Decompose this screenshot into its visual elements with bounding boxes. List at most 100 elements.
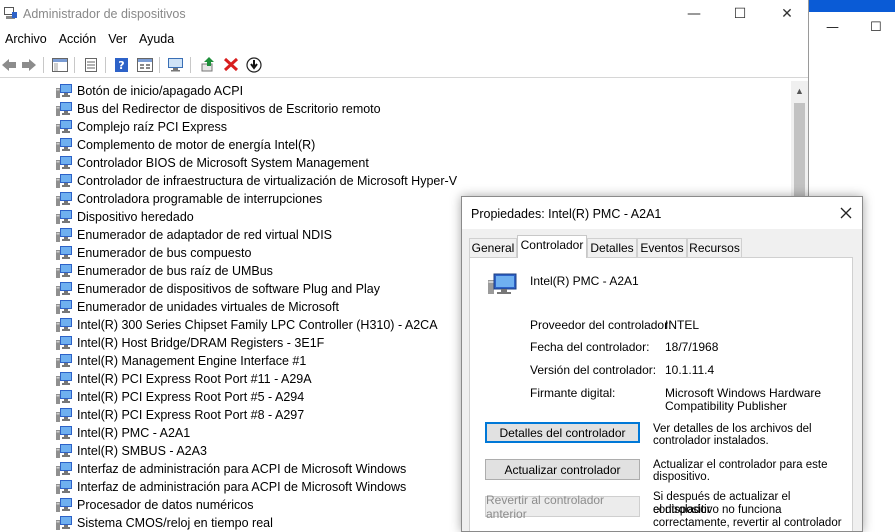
- rollback-desc-line3: correctamente, revertir al controlador: [653, 517, 842, 529]
- menu-accion[interactable]: Acción: [54, 30, 104, 50]
- device-list-item[interactable]: Procesador de datos numéricos: [56, 496, 253, 514]
- device-manager-app-icon: [4, 7, 17, 19]
- forward-arrow-icon[interactable]: [20, 56, 38, 73]
- provider-value: INTEL: [665, 318, 700, 332]
- device-list-item[interactable]: Enumerador de adaptador de red virtual N…: [56, 226, 332, 244]
- driver-details-button[interactable]: Detalles del controlador: [485, 422, 640, 443]
- system-device-icon: [56, 300, 72, 314]
- device-label: Interfaz de administración para ACPI de …: [77, 462, 407, 476]
- tab-detalles[interactable]: Detalles: [587, 238, 637, 257]
- dialog-title: Propiedades: Intel(R) PMC - A2A1: [471, 207, 662, 221]
- menu-ver[interactable]: Ver: [103, 30, 134, 50]
- system-device-icon: [56, 318, 72, 332]
- toolbar-separator: [74, 57, 75, 73]
- device-list-item[interactable]: Controlador BIOS de Microsoft System Man…: [56, 154, 369, 172]
- device-list-item[interactable]: Intel(R) 300 Series Chipset Family LPC C…: [56, 316, 438, 334]
- toolbar-separator: [190, 57, 191, 73]
- update-driver-icon[interactable]: [199, 56, 217, 73]
- show-hide-console-tree-icon[interactable]: [51, 56, 69, 73]
- device-label: Botón de inicio/apagado ACPI: [77, 84, 244, 98]
- close-button[interactable]: ✕: [764, 0, 808, 28]
- device-label: Complemento de motor de energía Intel(R): [77, 138, 316, 152]
- device-list-item[interactable]: Intel(R) Host Bridge/DRAM Registers - 3E…: [56, 334, 324, 352]
- device-list-item[interactable]: Complemento de motor de energía Intel(R): [56, 136, 315, 154]
- window-title: Administrador de dispositivos: [23, 7, 186, 21]
- device-list-item[interactable]: Intel(R) PCI Express Root Port #11 - A29…: [56, 370, 312, 388]
- system-device-icon: [56, 210, 72, 224]
- device-list-item[interactable]: Controladora programable de interrupcion…: [56, 190, 322, 208]
- disable-device-icon[interactable]: [245, 56, 263, 73]
- device-list-item[interactable]: Enumerador de bus raíz de UMBus: [56, 262, 273, 280]
- background-window-accent: [808, 0, 895, 12]
- background-minimize-icon[interactable]: —: [826, 20, 839, 35]
- tab-general[interactable]: General: [469, 238, 517, 257]
- toolbar-separator: [159, 57, 160, 73]
- system-device-icon: [56, 444, 72, 458]
- device-list-item[interactable]: Controlador de infraestructura de virtua…: [56, 172, 457, 190]
- dialog-close-icon[interactable]: [834, 203, 858, 223]
- device-list-item[interactable]: Interfaz de administración para ACPI de …: [56, 460, 406, 478]
- menu-ayuda[interactable]: Ayuda: [134, 30, 181, 50]
- device-name: Intel(R) PMC - A2A1: [530, 274, 639, 288]
- uninstall-icon[interactable]: [222, 56, 240, 73]
- device-label: Enumerador de bus raíz de UMBus: [77, 264, 273, 278]
- help-icon[interactable]: ?: [113, 56, 131, 73]
- device-list-item[interactable]: Botón de inicio/apagado ACPI: [56, 82, 243, 100]
- device-list-item[interactable]: Intel(R) PCI Express Root Port #5 - A294: [56, 388, 304, 406]
- device-label: Enumerador de dispositivos de software P…: [77, 282, 380, 296]
- device-label: Intel(R) SMBUS - A2A3: [77, 444, 207, 458]
- system-device-icon: [56, 498, 72, 512]
- menu-archivo[interactable]: Archivo: [0, 30, 54, 50]
- device-list-item[interactable]: Intel(R) PCI Express Root Port #8 - A297: [56, 406, 304, 424]
- scroll-up-icon[interactable]: ▲: [795, 86, 804, 96]
- device-label: Intel(R) Host Bridge/DRAM Registers - 3E…: [77, 336, 325, 350]
- device-list-item[interactable]: Sistema CMOS/reloj en tiempo real: [56, 514, 273, 532]
- update-driver-button[interactable]: Actualizar controlador: [485, 459, 640, 480]
- device-label: Intel(R) PCI Express Root Port #11 - A29…: [77, 372, 312, 386]
- system-device-icon: [56, 282, 72, 296]
- system-device-icon: [56, 516, 72, 530]
- properties-icon[interactable]: [82, 56, 100, 73]
- device-list-item[interactable]: Intel(R) PMC - A2A1: [56, 424, 190, 442]
- signer-value-line2: Compatibility Publisher: [665, 399, 788, 413]
- properties-dialog: Propiedades: Intel(R) PMC - A2A1 General…: [461, 196, 863, 532]
- device-label: Procesador de datos numéricos: [77, 498, 254, 512]
- device-list-item[interactable]: Complejo raíz PCI Express: [56, 118, 227, 136]
- device-large-icon: [488, 273, 517, 294]
- device-label: Intel(R) Management Engine Interface #1: [77, 354, 307, 368]
- tab-eventos[interactable]: Eventos: [637, 238, 687, 257]
- device-list-item[interactable]: Interfaz de administración para ACPI de …: [56, 478, 406, 496]
- driver-tab-panel: Intel(R) PMC - A2A1 Proveedor del contro…: [469, 257, 853, 531]
- date-label: Fecha del controlador:: [530, 340, 650, 354]
- system-device-icon: [56, 426, 72, 440]
- system-device-icon: [56, 192, 72, 206]
- view-icon[interactable]: [136, 56, 154, 73]
- device-list-item[interactable]: Intel(R) SMBUS - A2A3: [56, 442, 207, 460]
- device-label: Intel(R) PCI Express Root Port #8 - A297: [77, 408, 305, 422]
- rollback-driver-button[interactable]: Revertir al controlador anterior: [485, 493, 640, 521]
- tab-recursos[interactable]: Recursos: [687, 238, 742, 257]
- tab-controlador[interactable]: Controlador: [517, 235, 587, 258]
- background-maximize-icon[interactable]: ☐: [870, 20, 882, 35]
- system-device-icon: [56, 138, 72, 152]
- device-list-item[interactable]: Enumerador de bus compuesto: [56, 244, 251, 262]
- dialog-title-bar: Propiedades: Intel(R) PMC - A2A1: [462, 197, 862, 229]
- version-label: Versión del controlador:: [530, 363, 657, 377]
- device-list-item[interactable]: Bus del Redirector de dispositivos de Es…: [56, 100, 381, 118]
- update-desc-line2: dispositivo.: [653, 471, 710, 483]
- device-list-item[interactable]: Dispositivo heredado: [56, 208, 194, 226]
- system-device-icon: [56, 120, 72, 134]
- device-list-item[interactable]: Enumerador de unidades virtuales de Micr…: [56, 298, 339, 316]
- back-arrow-icon[interactable]: [0, 56, 18, 73]
- device-label: Enumerador de adaptador de red virtual N…: [77, 228, 333, 242]
- device-label: Intel(R) PMC - A2A1: [77, 426, 191, 440]
- maximize-button[interactable]: ☐: [717, 0, 763, 28]
- system-device-icon: [56, 84, 72, 98]
- update-desc-line1: Actualizar el controlador para este: [653, 459, 828, 471]
- device-label: Intel(R) PCI Express Root Port #5 - A294: [77, 390, 305, 404]
- device-label: Complejo raíz PCI Express: [77, 120, 228, 134]
- minimize-button[interactable]: —: [671, 0, 717, 28]
- scan-hardware-icon[interactable]: [167, 56, 185, 73]
- device-list-item[interactable]: Enumerador de dispositivos de software P…: [56, 280, 380, 298]
- device-list-item[interactable]: Intel(R) Management Engine Interface #1: [56, 352, 306, 370]
